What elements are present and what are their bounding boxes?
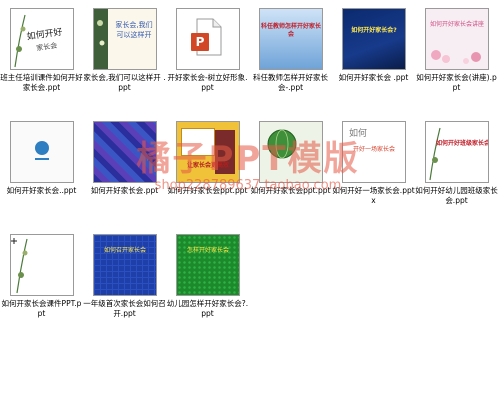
file-name: 科任教师怎样开好家长会-.ppt — [253, 73, 328, 92]
slide-thumbnail — [10, 121, 74, 183]
file-name: 如何开好幼儿园班级家长会.ppt — [415, 186, 498, 205]
globe-icon — [267, 129, 297, 159]
file-item[interactable]: 如何开好家长会..ppt — [0, 121, 83, 234]
file-name: 如何开好一场家长会.pptx — [332, 186, 415, 205]
slide-thumbnail: 怎样开好家长会 — [176, 234, 240, 296]
file-name: 如何开好家长会(讲座).ppt — [416, 73, 497, 92]
file-item[interactable]: 如何开好家长会? 如何开好家长会 .ppt — [332, 8, 415, 121]
floral-decoration-icon — [431, 50, 481, 64]
slide-title-text: 如何 — [349, 129, 368, 139]
slide-thumbnail: P — [176, 8, 240, 70]
file-name: 如何开家长会课件PPT.ppt — [1, 299, 82, 318]
slide-thumbnail — [259, 121, 323, 183]
slide-thumbnail: 让家长会更高效 — [176, 121, 240, 183]
file-name: 如何开好家长会 .ppt — [338, 73, 409, 82]
plant-decoration-icon: 家长会,我们 可以这样开 — [94, 9, 153, 69]
floral-decoration-icon — [429, 127, 441, 181]
svg-text:P: P — [196, 35, 205, 49]
file-item[interactable]: P 开好家长会-树立好形象.ppt — [166, 8, 249, 121]
file-item[interactable]: 科任教师怎样开好家长会 科任教师怎样开好家长会-.ppt — [249, 8, 332, 121]
ppt-file-icon: P — [191, 18, 222, 56]
slide-thumbnail: 如何 开好一场家长会 — [342, 121, 406, 183]
slide-title-text: 怎样开好家长会 — [186, 247, 229, 254]
file-name: 如何开好家长会ppt.ppt — [167, 186, 248, 195]
file-item[interactable]: 如何开好家长会讲座 如何开好家长会(讲座).ppt — [415, 8, 498, 121]
slide-thumbnail: 如何开好家长会? — [342, 8, 406, 70]
file-item[interactable]: 家长会,我们 可以这样开 家长会,我们可以这样开 .ppt — [83, 8, 166, 121]
slide-title-text: 让家长会更高效 — [186, 162, 229, 169]
svg-text:家长会,我们: 家长会,我们 — [115, 20, 152, 29]
file-item[interactable]: 让家长会更高效 如何开好家长会ppt.ppt — [166, 121, 249, 234]
file-name: 一年级首次家长会如何召开.ppt — [83, 299, 166, 318]
file-name: 家长会,我们可以这样开 .ppt — [83, 73, 166, 92]
file-item[interactable]: 如何开好家长会ppt.ppt — [249, 121, 332, 234]
file-grid: 如何开好 家长会 班主任培训课件如何开好家长会.ppt 家长会,我们 可以这样开… — [0, 8, 500, 347]
svg-text:如何开好: 如何开好 — [26, 26, 63, 43]
photo-frame — [181, 128, 215, 156]
file-item[interactable]: 如何开好 家长会 班主任培训课件如何开好家长会.ppt — [0, 8, 83, 121]
slide-title-text: 如何开好家长会讲座 — [429, 21, 484, 28]
slide-title-text: 开好一场家长会 — [352, 146, 395, 153]
floral-decoration-icon: 如何开好 家长会 — [14, 14, 63, 68]
slide-thumbnail: 如何开好 家长会 — [10, 8, 74, 70]
file-name: 班主任培训课件如何开好家长会.ppt — [0, 73, 83, 92]
file-item[interactable]: 如何召开家长会 一年级首次家长会如何召开.ppt — [83, 234, 166, 347]
slide-thumbnail: 如何开好家长会讲座 — [425, 8, 489, 70]
file-item[interactable]: 如何开好班级家长会 如何开好幼儿园班级家长会.ppt — [415, 121, 498, 234]
file-item[interactable]: 如何开好家长会.ppt — [83, 121, 166, 234]
slide-thumbnail: 如何开好班级家长会 — [425, 121, 489, 183]
svg-text:可以这样开: 可以这样开 — [117, 30, 152, 39]
slide-title-text: 如何开好家长会? — [351, 27, 397, 34]
file-item[interactable]: 如何开家长会课件PPT.ppt — [0, 234, 83, 347]
file-item[interactable]: 如何 开好一场家长会 如何开好一场家长会.pptx — [332, 121, 415, 234]
slide-title-text: 科任教师怎样开好家长会 — [260, 23, 321, 38]
floral-decoration-icon — [11, 238, 28, 294]
slide-title-text: 如何召开家长会 — [103, 247, 146, 254]
slide-thumbnail: 家长会,我们 可以这样开 — [93, 8, 157, 70]
file-name: 如何开好家长会..ppt — [6, 186, 77, 195]
slide-title-text: 如何开好班级家长会 — [435, 140, 489, 147]
slide-thumbnail — [10, 234, 74, 296]
slide-thumbnail: 如何召开家长会 — [93, 234, 157, 296]
file-name: 开好家长会-树立好形象.ppt — [167, 73, 248, 92]
logo-icon — [35, 141, 49, 160]
file-name: 幼儿园怎样开好家长会?.ppt — [166, 299, 249, 318]
svg-text:家长会: 家长会 — [36, 41, 58, 53]
file-name: 如何开好家长会ppt.ppt — [250, 186, 331, 195]
slide-thumbnail: 科任教师怎样开好家长会 — [259, 8, 323, 70]
file-item[interactable]: 怎样开好家长会 幼儿园怎样开好家长会?.ppt — [166, 234, 249, 347]
file-name: 如何开好家长会.ppt — [90, 186, 159, 195]
slide-thumbnail — [93, 121, 157, 183]
